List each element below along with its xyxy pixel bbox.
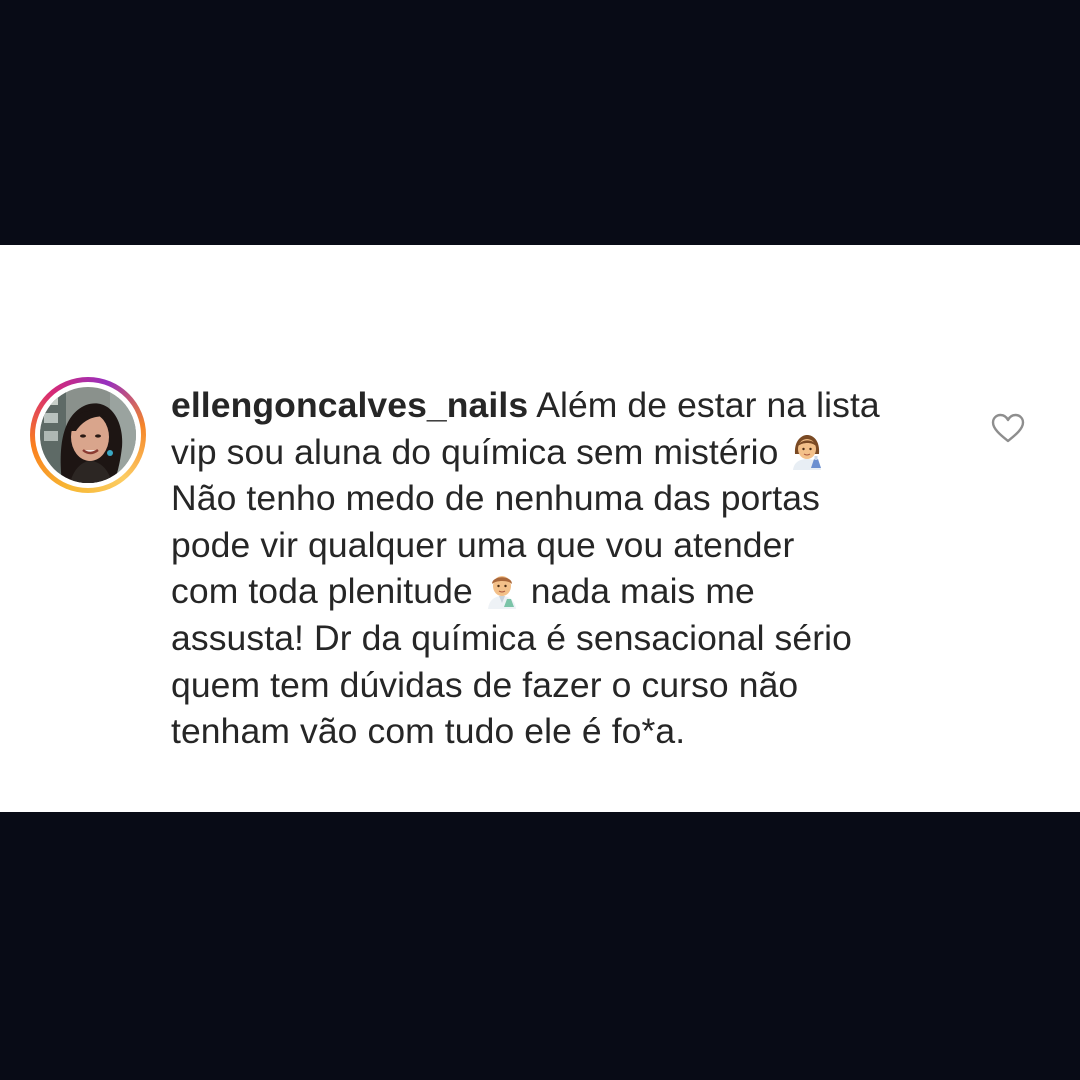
- comment-line: quem tem dúvidas de fazer o curso não: [171, 664, 799, 705]
- comment-line: assusta! Dr da química é sensacional sér…: [171, 617, 853, 658]
- woman-scientist-emoji: [793, 434, 822, 470]
- screenshot-frame: ellengoncalves_nails Além de estar na li…: [0, 0, 1080, 1080]
- comment-line-text: Além de estar na lista: [528, 385, 880, 425]
- comment-line-text: nada mais me: [520, 571, 755, 612]
- avatar-gap: [35, 382, 141, 488]
- comment-line: tenham vão com tudo ele é fo*a.: [171, 711, 686, 752]
- comment-line: vip sou aluna do química sem mistério: [171, 429, 961, 476]
- comment-line: com toda plenitude nada mais me: [171, 568, 961, 615]
- comment-line-text: com toda plenitude: [171, 571, 483, 612]
- comment-line: pode vir qualquer uma que vou atender: [171, 524, 795, 565]
- comment-username[interactable]: ellengoncalves_nails: [171, 385, 528, 425]
- heart-outline-icon[interactable]: [990, 412, 1026, 444]
- comment-line: ellengoncalves_nails Além de estar na li…: [171, 382, 961, 429]
- man-scientist-emoji: [487, 576, 516, 610]
- avatar[interactable]: [40, 387, 136, 483]
- story-ring[interactable]: [30, 377, 146, 493]
- comment-line-text: vip sou aluna do química sem mistério: [171, 431, 789, 472]
- comment-line: Não tenho medo de nenhuma das portas: [171, 478, 820, 519]
- comment-text: ellengoncalves_nails Além de estar na li…: [171, 382, 961, 755]
